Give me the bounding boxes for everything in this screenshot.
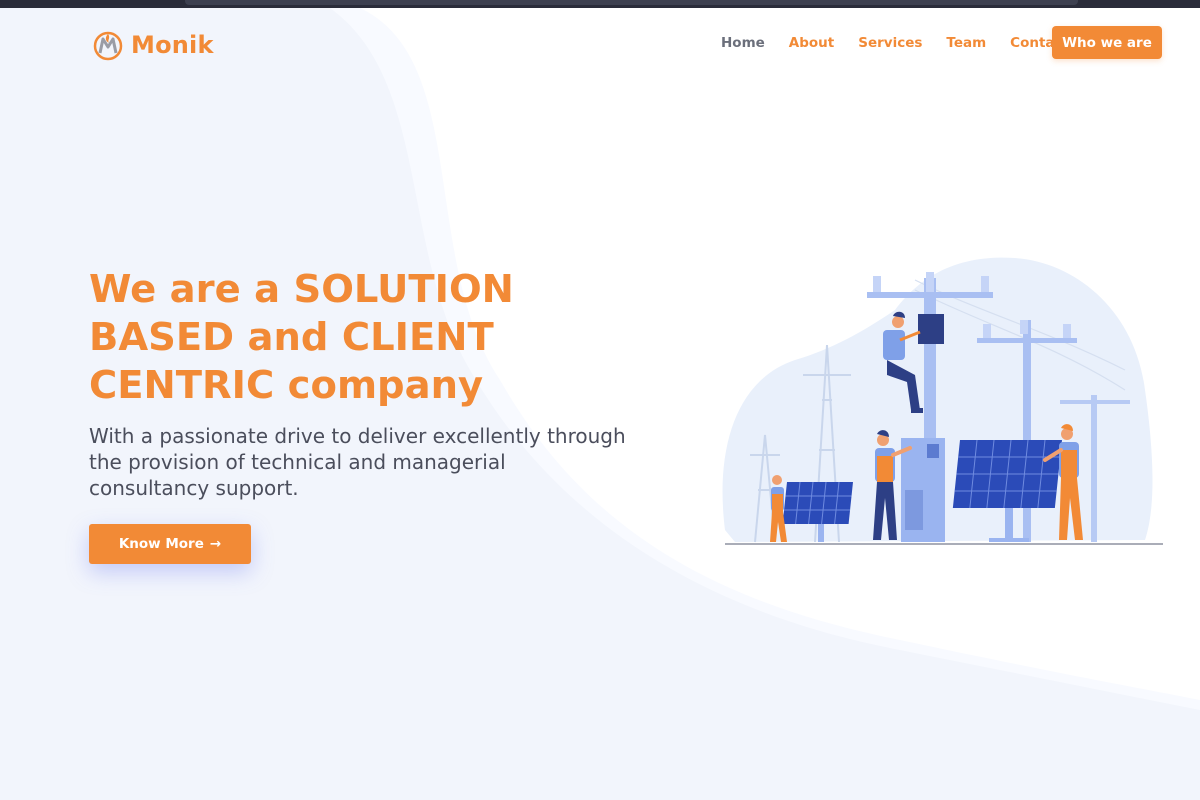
brand-name: Monik	[131, 31, 214, 59]
who-we-are-button[interactable]: Who we are	[1052, 26, 1162, 59]
solar-workers-illustration	[722, 257, 1163, 545]
nav-link-services[interactable]: Services	[858, 35, 922, 51]
top-navbar: Monik Home About Services Team Contact W…	[0, 8, 1200, 78]
nav-links: Home About Services Team Contact	[721, 35, 1093, 51]
arrow-right-icon: →	[209, 536, 222, 552]
brand-logo[interactable]: Monik	[91, 28, 214, 62]
nav-link-home[interactable]: Home	[721, 35, 765, 51]
nav-link-about[interactable]: About	[789, 35, 834, 51]
know-more-button[interactable]: Know More →	[89, 524, 251, 564]
hero-subtitle: With a passionate drive to deliver excel…	[89, 424, 626, 500]
hero-title: We are a SOLUTION BASED and CLIENT CENTR…	[89, 267, 514, 408]
flame-m-logo-icon	[93, 31, 123, 61]
know-more-label: Know More	[118, 536, 204, 552]
nav-link-team[interactable]: Team	[946, 35, 986, 51]
